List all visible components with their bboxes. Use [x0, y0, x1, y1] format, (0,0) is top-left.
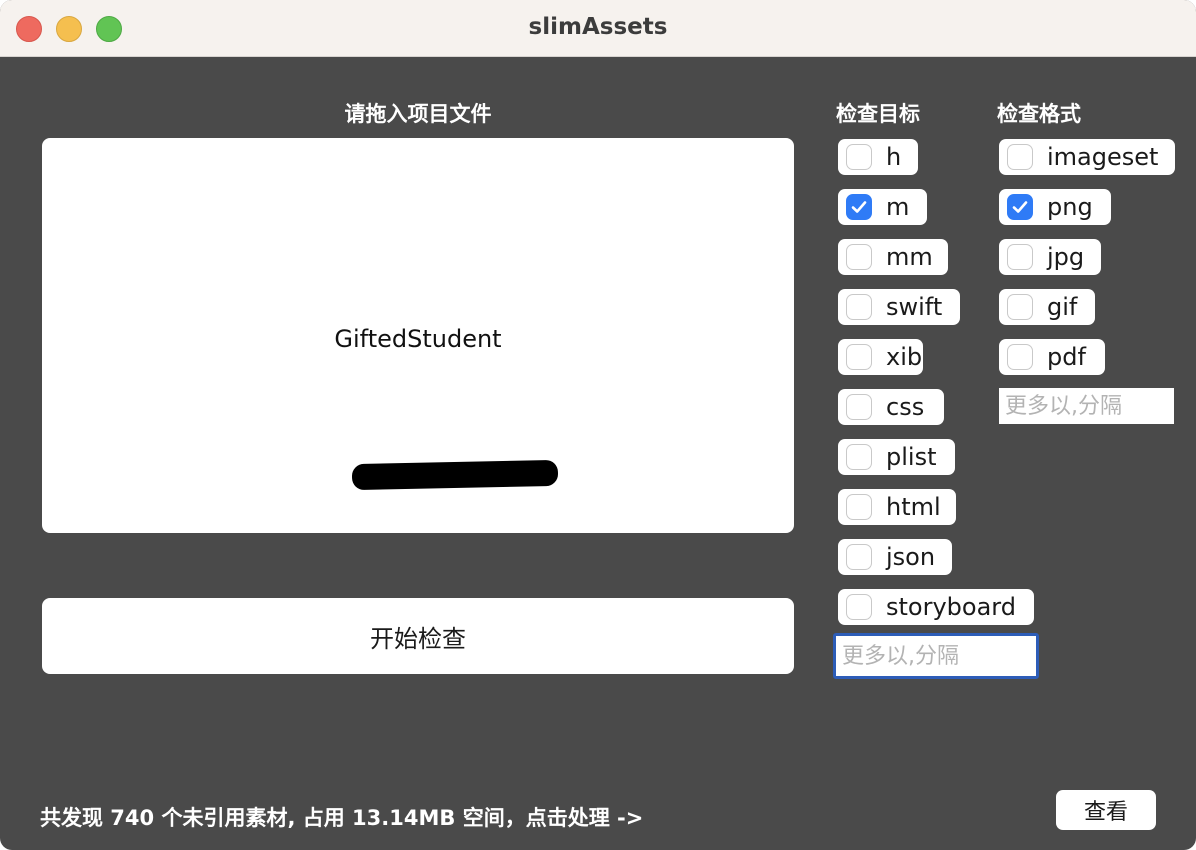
checkbox-label: html — [886, 493, 941, 521]
checkbox-icon[interactable] — [846, 494, 872, 520]
formats-checkbox-pdf[interactable]: pdf — [999, 339, 1105, 375]
targets-checkbox-h[interactable]: h — [838, 139, 918, 175]
checkbox-label: gif — [1047, 293, 1078, 321]
checkbox-label: css — [886, 393, 925, 421]
checkbox-label: json — [886, 543, 936, 571]
project-name: GiftedStudent — [334, 325, 502, 353]
targets-checkbox-xib[interactable]: xib — [838, 339, 923, 375]
checkmark-icon[interactable] — [846, 194, 872, 220]
view-button[interactable]: 查看 — [1056, 790, 1156, 830]
checkbox-label: jpg — [1047, 243, 1085, 271]
checkbox-icon[interactable] — [1007, 344, 1033, 370]
checkbox-icon[interactable] — [846, 444, 872, 470]
targets-checkbox-swift[interactable]: swift — [838, 289, 960, 325]
checkbox-icon[interactable] — [846, 594, 872, 620]
checkbox-label: imageset — [1047, 143, 1159, 171]
checkbox-label: xib — [886, 343, 923, 371]
checkbox-label: m — [886, 193, 910, 221]
checkbox-label: swift — [886, 293, 943, 321]
checkbox-label: storyboard — [886, 593, 1016, 621]
checkbox-icon[interactable] — [1007, 294, 1033, 320]
checkbox-label: h — [886, 143, 902, 171]
formats-more-input[interactable] — [999, 388, 1174, 424]
checkbox-icon[interactable] — [846, 344, 872, 370]
targets-heading: 检查目标 — [836, 102, 920, 126]
formats-checkbox-gif[interactable]: gif — [999, 289, 1095, 325]
targets-checkbox-html[interactable]: html — [838, 489, 956, 525]
app-window: slimAssets 请拖入项目文件 GiftedStudent 开始检查 检查… — [0, 0, 1196, 850]
targets-checkbox-css[interactable]: css — [838, 389, 944, 425]
checkbox-icon[interactable] — [846, 144, 872, 170]
targets-more-input[interactable] — [833, 633, 1039, 679]
formats-heading: 检查格式 — [997, 102, 1081, 126]
window-title: slimAssets — [528, 14, 668, 40]
checkbox-label: png — [1047, 193, 1093, 221]
start-check-button[interactable]: 开始检查 — [42, 598, 794, 674]
formats-checkbox-jpg[interactable]: jpg — [999, 239, 1101, 275]
checkmark-icon[interactable] — [1007, 194, 1033, 220]
checkbox-label: pdf — [1047, 343, 1086, 371]
checkbox-icon[interactable] — [846, 294, 872, 320]
checkbox-label: mm — [886, 243, 933, 271]
title-bar: slimAssets — [0, 0, 1196, 57]
redaction-scribble — [351, 459, 559, 491]
project-drop-area[interactable]: GiftedStudent — [42, 138, 794, 533]
checkbox-icon[interactable] — [1007, 244, 1033, 270]
drop-heading: 请拖入项目文件 — [344, 102, 492, 126]
checkbox-icon[interactable] — [846, 394, 872, 420]
targets-checkbox-json[interactable]: json — [838, 539, 952, 575]
targets-checkbox-mm[interactable]: mm — [838, 239, 948, 275]
checkbox-icon[interactable] — [846, 544, 872, 570]
formats-checkbox-imageset[interactable]: imageset — [999, 139, 1175, 175]
checkbox-icon[interactable] — [846, 244, 872, 270]
checkbox-label: plist — [886, 443, 937, 471]
targets-checkbox-storyboard[interactable]: storyboard — [838, 589, 1034, 625]
formats-checkbox-png[interactable]: png — [999, 189, 1111, 225]
targets-checkbox-m[interactable]: m — [838, 189, 927, 225]
status-message: 共发现 740 个未引用素材, 占用 13.14MB 空间，点击处理 -> — [40, 806, 644, 830]
checkbox-icon[interactable] — [1007, 144, 1033, 170]
targets-checkbox-plist[interactable]: plist — [838, 439, 955, 475]
